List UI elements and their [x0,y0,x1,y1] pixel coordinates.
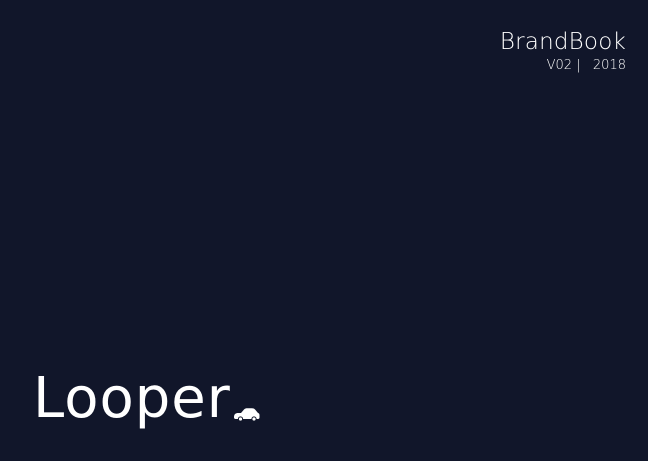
logo-wordmark: Looper [33,366,231,431]
document-title: BrandBook [499,29,626,55]
document-version: V02 | 2018 [546,58,626,73]
brand-logo: Looper [33,360,273,440]
car-icon [234,408,260,422]
brandbook-cover: BrandBook V02 | 2018 Looper [0,0,648,461]
cover-header: BrandBook V02 | 2018 [500,28,626,74]
logo-graphic: Looper [33,366,260,431]
